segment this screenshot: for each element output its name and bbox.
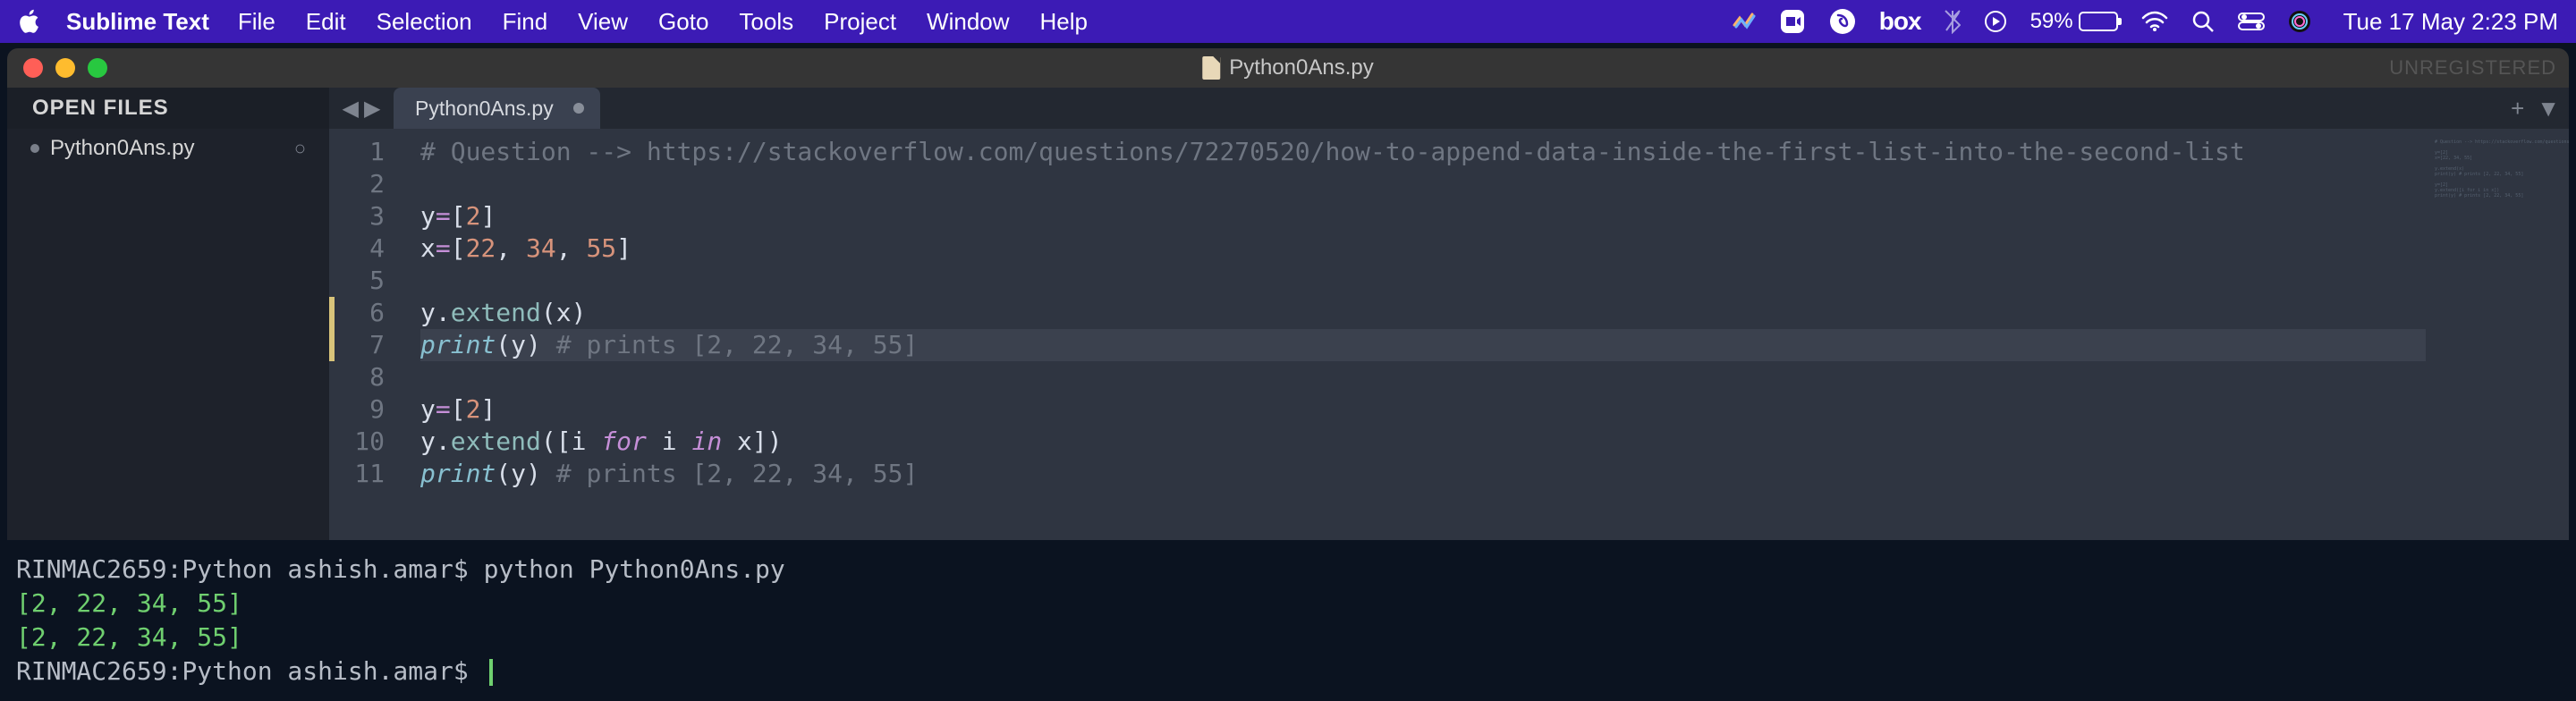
menu-item-tools[interactable]: Tools: [739, 8, 793, 36]
sidebar-open-file[interactable]: Python0Ans.py ○: [7, 129, 329, 168]
menu-item-goto[interactable]: Goto: [658, 8, 708, 36]
sidebar-file-label: Python0Ans.py: [50, 136, 194, 161]
macos-menubar: Sublime Text File Edit Selection Find View Go…: [0, 0, 2576, 43]
line-number: 8: [329, 361, 399, 393]
app-name-menu[interactable]: Sublime Text: [66, 8, 209, 36]
zoom-window-button[interactable]: [88, 58, 107, 78]
tab-bar: ◀ ▶ Python0Ans.py + ▼: [329, 88, 2569, 129]
editor-area: ◀ ▶ Python0Ans.py + ▼ 1234567891011 # Qu…: [329, 88, 2569, 540]
status-icons-area: box 59% Tue 17 May 2:23 PM: [1731, 7, 2558, 36]
line-number-gutter: 1234567891011: [329, 129, 399, 540]
clock-datetime[interactable]: Tue 17 May 2:23 PM: [2343, 8, 2558, 36]
menu-item-find[interactable]: Find: [503, 8, 548, 36]
tab-dirty-indicator-icon: [573, 103, 584, 114]
menu-item-edit[interactable]: Edit: [306, 8, 346, 36]
editor-body: OPEN FILES Python0Ans.py ○ ◀ ▶ Python0Ans…: [7, 88, 2569, 540]
traffic-lights: [23, 58, 107, 78]
tab-dropdown-icon[interactable]: ▼: [2537, 95, 2560, 122]
sidebar-open-files-header: OPEN FILES: [7, 88, 329, 129]
line-number: 3: [329, 200, 399, 232]
terminal-cursor-icon: [489, 659, 493, 686]
terminal-output: [2, 22, 34, 55]: [16, 621, 2560, 655]
code-line[interactable]: [420, 168, 2426, 200]
window-title: Python0Ans.py: [1202, 55, 1373, 80]
apple-logo-icon[interactable]: [18, 9, 39, 34]
close-window-button[interactable]: [23, 58, 43, 78]
code-line[interactable]: print(y) # prints [2, 22, 34, 55]: [420, 329, 2426, 361]
terminal-prompt: RINMAC2659:Python ashish.amar$: [16, 554, 484, 584]
zoom-icon[interactable]: [1779, 8, 1806, 35]
menu-item-help[interactable]: Help: [1040, 8, 1088, 36]
code-editor[interactable]: # Question --> https://stackoverflow.com…: [399, 129, 2426, 540]
spotlight-search-icon[interactable]: [2191, 10, 2215, 33]
line-number: 2: [329, 168, 399, 200]
code-line[interactable]: y=[2]: [420, 200, 2426, 232]
code-area: 1234567891011 # Question --> https://sta…: [329, 129, 2569, 540]
window-title-text: Python0Ans.py: [1229, 55, 1373, 80]
line-number: 6: [329, 297, 399, 329]
code-line[interactable]: y=[2]: [420, 393, 2426, 426]
line-number: 5: [329, 265, 399, 297]
sidebar: OPEN FILES Python0Ans.py ○: [7, 88, 329, 540]
menu-item-window[interactable]: Window: [927, 8, 1009, 36]
code-line[interactable]: # Question --> https://stackoverflow.com…: [420, 136, 2426, 168]
tab-label: Python0Ans.py: [415, 97, 554, 121]
menu-item-file[interactable]: File: [238, 8, 275, 36]
terminal-line: RINMAC2659:Python ashish.amar$ python Py…: [16, 553, 2560, 587]
box-logo-icon[interactable]: box: [1879, 7, 1921, 36]
code-line[interactable]: [420, 361, 2426, 393]
tab-active[interactable]: Python0Ans.py: [394, 88, 600, 129]
battery-status[interactable]: 59%: [2030, 9, 2118, 34]
line-number: 7: [329, 329, 399, 361]
vscode-like-icon[interactable]: [1731, 9, 1756, 34]
line-number: 9: [329, 393, 399, 426]
window-titlebar: Python0Ans.py UNREGISTERED: [7, 48, 2569, 88]
bluetooth-off-icon[interactable]: [1945, 9, 1961, 34]
terminal-output: [2, 22, 34, 55]: [16, 587, 2560, 621]
menu-item-view[interactable]: View: [578, 8, 628, 36]
file-icon: [1202, 56, 1220, 80]
line-number: 4: [329, 232, 399, 265]
terminal-line: RINMAC2659:Python ashish.amar$: [16, 655, 2560, 688]
nav-forward-icon[interactable]: ▶: [364, 96, 380, 122]
tab-history-nav[interactable]: ◀ ▶: [329, 88, 394, 129]
minimize-window-button[interactable]: [55, 58, 75, 78]
code-line[interactable]: y.extend(x): [420, 297, 2426, 329]
code-line[interactable]: print(y) # prints [2, 22, 34, 55]: [420, 458, 2426, 490]
line-number: 10: [329, 426, 399, 458]
siri-icon[interactable]: [2288, 10, 2311, 33]
terminal-command: python Python0Ans.py: [484, 554, 785, 584]
battery-percent-label: 59%: [2030, 9, 2073, 34]
menu-item-project[interactable]: Project: [824, 8, 896, 36]
top-menu-items: File Edit Selection Find View Goto Tools Projec…: [238, 8, 1088, 36]
new-tab-button[interactable]: +: [2511, 95, 2524, 122]
code-line[interactable]: [420, 265, 2426, 297]
unregistered-label: UNREGISTERED: [2389, 56, 2556, 80]
menu-item-selection[interactable]: Selection: [377, 8, 472, 36]
line-number: 1: [329, 136, 399, 168]
code-line[interactable]: y.extend([i for i in x]): [420, 426, 2426, 458]
code-line[interactable]: x=[22, 34, 55]: [420, 232, 2426, 265]
control-center-icon[interactable]: [2238, 13, 2265, 30]
sidebar-file-close-icon[interactable]: ○: [294, 137, 306, 160]
minimap[interactable]: # Question --> https://stackoverflow.com…: [2426, 129, 2569, 540]
terminal-panel[interactable]: RINMAC2659:Python ashish.amar$ python Py…: [7, 540, 2569, 701]
nav-back-icon[interactable]: ◀: [343, 96, 359, 122]
play-circle-icon[interactable]: [1984, 10, 2007, 33]
terminal-prompt: RINMAC2659:Python ashish.amar$: [16, 656, 484, 686]
viber-icon[interactable]: [1829, 8, 1856, 35]
line-number: 11: [329, 458, 399, 490]
wifi-icon[interactable]: [2141, 11, 2168, 32]
file-bullet-icon: [30, 144, 39, 153]
